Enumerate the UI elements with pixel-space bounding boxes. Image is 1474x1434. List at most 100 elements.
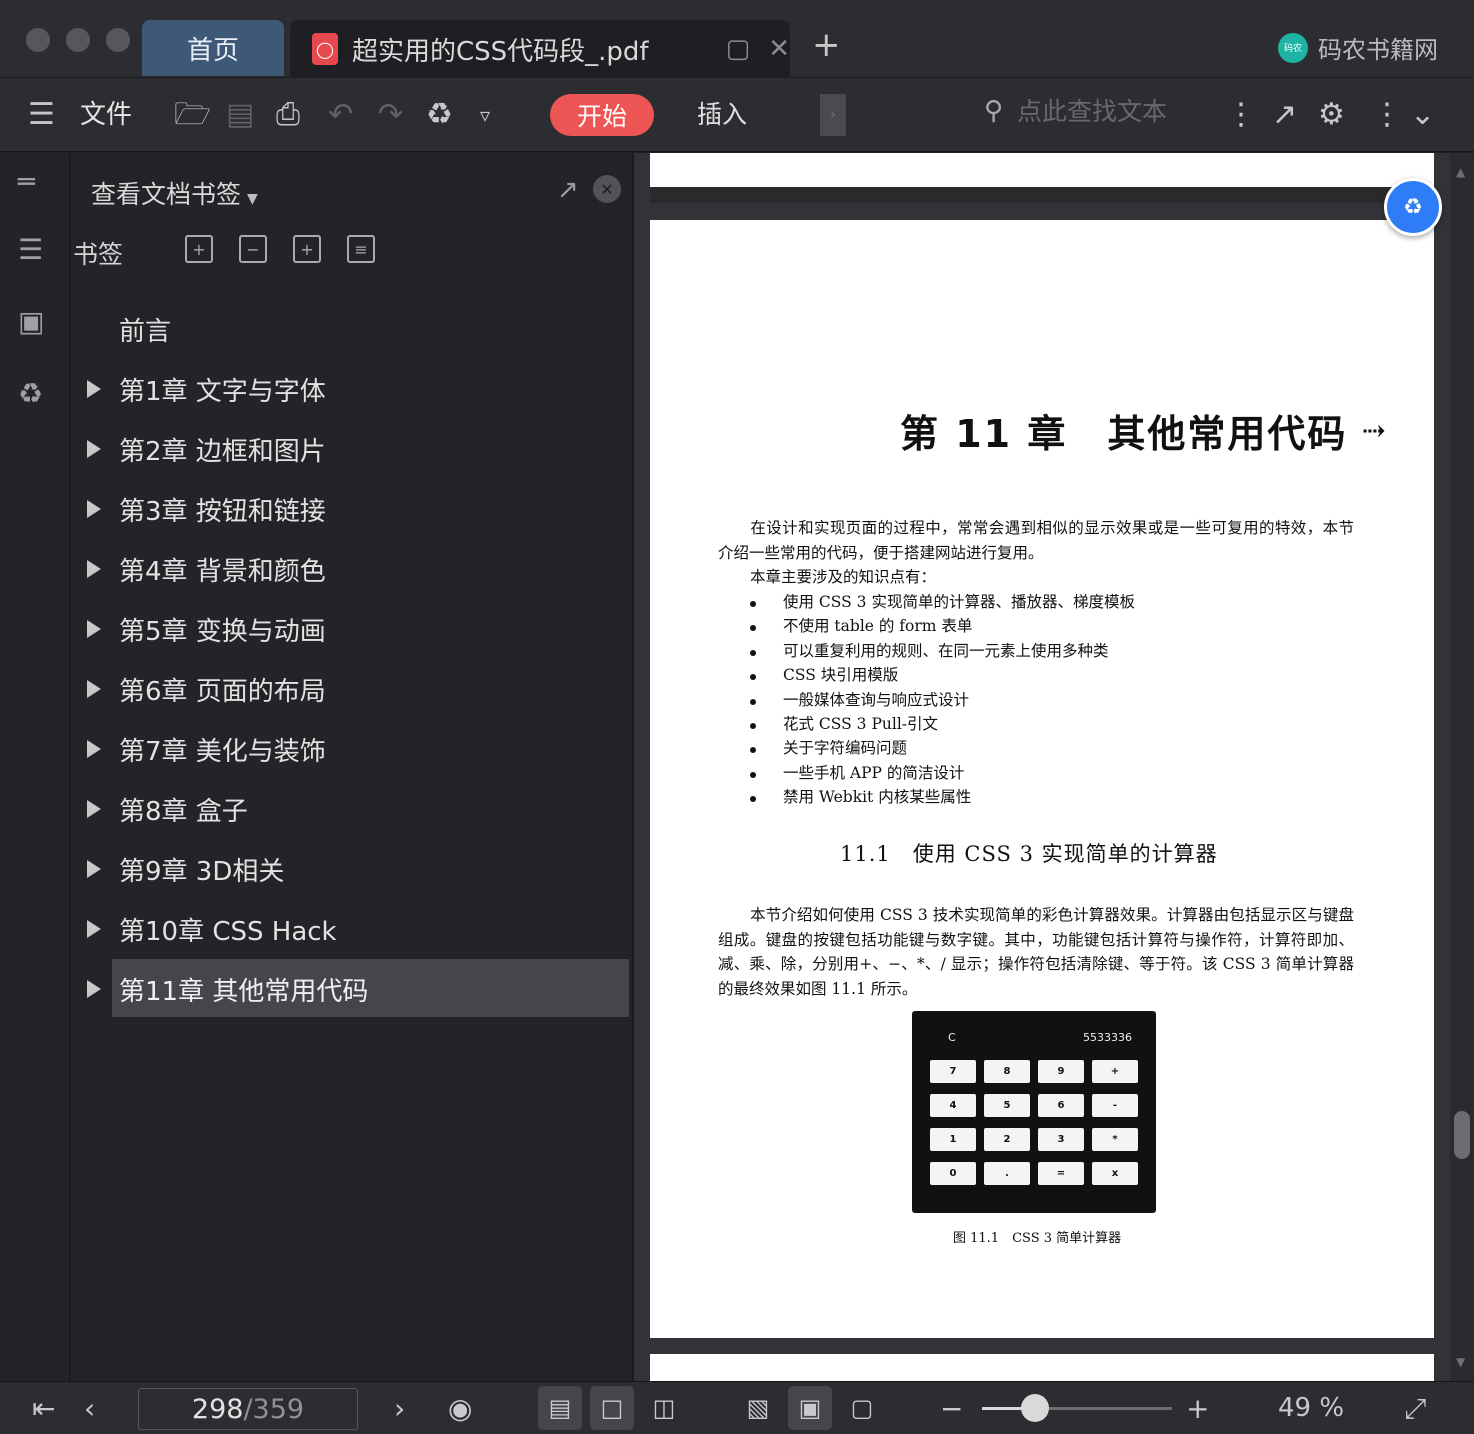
bookmark-item[interactable]: 第7章 美化与装饰 xyxy=(71,719,633,779)
settings-gear-icon[interactable]: ⚙ xyxy=(1318,78,1345,152)
calculator-key: - xyxy=(1092,1094,1138,1117)
panel-close-icon[interactable]: ✕ xyxy=(593,175,621,203)
bookmark-item[interactable]: 前言 xyxy=(71,299,633,359)
search-box: ⚲ xyxy=(984,96,1208,126)
continuous-view-icon[interactable]: ▤ xyxy=(538,1386,582,1430)
share-icon[interactable]: ↗ xyxy=(1272,78,1297,152)
previous-page xyxy=(650,153,1434,203)
first-page-icon[interactable]: ⇤ xyxy=(32,1382,55,1434)
tab-home[interactable]: 首页 xyxy=(142,20,284,76)
page-number-input[interactable]: 298/359 xyxy=(138,1388,358,1430)
topic-bullet: 一般媒体查询与响应式设计 xyxy=(750,688,1310,712)
expand-arrow-icon[interactable] xyxy=(87,860,101,878)
edit-bookmark-icon[interactable]: ≡ xyxy=(347,235,375,263)
scrollbar-thumb[interactable] xyxy=(1454,1111,1470,1159)
fit-page-icon[interactable]: ▣ xyxy=(788,1386,832,1430)
expand-arrow-icon[interactable] xyxy=(87,380,101,398)
expand-arrow-icon[interactable] xyxy=(87,440,101,458)
bookmark-item[interactable]: 第2章 边框和图片 xyxy=(71,419,633,479)
expand-arrow-icon[interactable] xyxy=(87,920,101,938)
expand-arrow-icon[interactable] xyxy=(87,620,101,638)
bookmark-item[interactable]: 第8章 盒子 xyxy=(71,779,633,839)
expand-arrow-icon[interactable] xyxy=(87,560,101,578)
bookmark-label: 前言 xyxy=(119,316,172,347)
single-page-icon[interactable]: □ xyxy=(590,1386,634,1430)
floating-convert-button[interactable]: ♻ xyxy=(1384,178,1442,236)
tab-document-title: 超实用的CSS代码段_.pdf xyxy=(352,36,649,67)
popout-arrow-icon[interactable]: ↗ xyxy=(557,175,579,205)
fullscreen-icon[interactable]: ⤢ xyxy=(1404,1382,1426,1434)
pdf-reader-window: 首页 ◯ 超实用的CSS代码段_.pdf ▢ ✕ + 码农 码农书籍网 ☰ 文件… xyxy=(0,0,1474,1434)
expand-arrow-icon[interactable] xyxy=(87,740,101,758)
expand-arrow-icon[interactable] xyxy=(87,980,101,998)
vertical-dots-icon[interactable]: ⋮ xyxy=(1226,78,1256,152)
window-zoom-button[interactable] xyxy=(106,28,130,52)
calculator-key: = xyxy=(1038,1162,1084,1185)
section-paragraph: 本节介绍如何使用 CSS 3 技术实现简单的彩色计算器效果。计算器由包括显示区与… xyxy=(718,903,1354,1001)
new-tab-button[interactable]: + xyxy=(812,28,841,62)
start-tab[interactable]: 开始 xyxy=(550,94,654,136)
topics-lead-text: 本章主要涉及的知识点有： xyxy=(750,568,937,586)
thumbnail-image-icon[interactable]: ▣ xyxy=(18,305,44,338)
bookmark-panel-icon[interactable]: ═ xyxy=(18,165,35,198)
bookmark-item[interactable]: 第3章 按钮和链接 xyxy=(71,479,633,539)
expand-arrow-icon[interactable] xyxy=(87,680,101,698)
topic-bullet: 禁用 Webkit 内核某些属性 xyxy=(750,785,1310,809)
bookmark-item[interactable]: 第11章 其他常用代码 xyxy=(71,959,633,1019)
remove-bookmark-icon[interactable]: − xyxy=(239,235,267,263)
actual-size-icon[interactable]: ▧ xyxy=(736,1386,780,1430)
add-child-bookmark-icon[interactable]: + xyxy=(185,235,213,263)
panel-title-dropdown[interactable]: 查看文档书签 ▼ xyxy=(91,175,258,211)
undo-icon[interactable]: ↶ xyxy=(328,78,353,152)
brand-link[interactable]: 码农 码农书籍网 xyxy=(1278,30,1438,65)
hamburger-menu-icon[interactable]: ☰ xyxy=(28,78,55,152)
calculator-key: 3 xyxy=(1038,1128,1084,1151)
zoom-out-icon[interactable]: − xyxy=(940,1382,963,1434)
search-input[interactable] xyxy=(1017,96,1208,126)
prev-page-icon[interactable]: ‹ xyxy=(84,1382,95,1434)
window-minimize-button[interactable] xyxy=(66,28,90,52)
vertical-scrollbar[interactable]: ▲ ▼ xyxy=(1450,153,1474,1381)
bookmark-item[interactable]: 第1章 文字与字体 xyxy=(71,359,633,419)
bookmark-item[interactable]: 第6章 页面的布局 xyxy=(71,659,633,719)
save-icon[interactable]: ▤ xyxy=(226,78,254,152)
file-menu[interactable]: 文件 xyxy=(80,78,132,152)
convert-doc-icon[interactable]: ♻ xyxy=(18,377,43,410)
scroll-down-icon[interactable]: ▼ xyxy=(1456,1355,1465,1369)
side-rail: ═ ☰ ▣ ♻ xyxy=(0,153,70,1381)
tab-document[interactable]: ◯ 超实用的CSS代码段_.pdf ▢ ✕ xyxy=(290,20,790,78)
bookmark-item[interactable]: 第5章 变换与动画 xyxy=(71,599,633,659)
bookmark-item[interactable]: 第4章 背景和颜色 xyxy=(71,539,633,599)
collapse-chevron-icon[interactable]: ⌄ xyxy=(1410,78,1435,152)
close-tab-icon[interactable]: ✕ xyxy=(768,34,790,64)
next-page-icon[interactable]: › xyxy=(394,1382,405,1434)
convert-icon[interactable]: ♻ xyxy=(426,78,453,152)
document-viewport[interactable]: 第 11 章 其他常用代码 ⇢ 在设计和实现页面的过程中，常常会遇到相似的显示效… xyxy=(634,153,1474,1381)
outline-list-icon[interactable]: ☰ xyxy=(18,233,43,266)
fit-width-icon[interactable]: ▢ xyxy=(840,1386,884,1430)
eye-reading-mode-icon[interactable]: ◉ xyxy=(448,1382,472,1434)
expand-arrow-icon[interactable] xyxy=(87,800,101,818)
monitor-icon[interactable]: ▢ xyxy=(726,34,751,64)
window-close-button[interactable] xyxy=(26,28,50,52)
zoom-level[interactable]: 49 % xyxy=(1278,1382,1344,1434)
print-icon[interactable]: ⎙ xyxy=(276,78,300,152)
zoom-slider-thumb[interactable] xyxy=(1021,1394,1050,1422)
calculator-key: 9 xyxy=(1038,1060,1084,1083)
add-bookmark-icon[interactable]: + xyxy=(293,235,321,263)
bookmark-label: 第2章 边框和图片 xyxy=(119,436,326,467)
bookmark-section-label: 书签 xyxy=(73,240,124,269)
zoom-slider[interactable] xyxy=(982,1394,1172,1422)
two-page-icon[interactable]: ◫ xyxy=(642,1386,686,1430)
scroll-up-icon[interactable]: ▲ xyxy=(1456,165,1465,179)
open-folder-icon[interactable]: 🗁 xyxy=(174,78,211,152)
bookmark-item[interactable]: 第10章 CSS Hack xyxy=(71,899,633,959)
more-tabs-chevron-icon[interactable]: › xyxy=(820,94,846,136)
more-options-icon[interactable]: ⋮ xyxy=(1372,78,1402,152)
zoom-in-icon[interactable]: + xyxy=(1186,1382,1209,1434)
redo-icon[interactable]: ↷ xyxy=(378,78,403,152)
insert-tab[interactable]: 插入 xyxy=(697,78,747,152)
more-dropdown-icon[interactable]: ▿ xyxy=(480,78,490,152)
bookmark-item[interactable]: 第9章 3D相关 xyxy=(71,839,633,899)
expand-arrow-icon[interactable] xyxy=(87,500,101,518)
